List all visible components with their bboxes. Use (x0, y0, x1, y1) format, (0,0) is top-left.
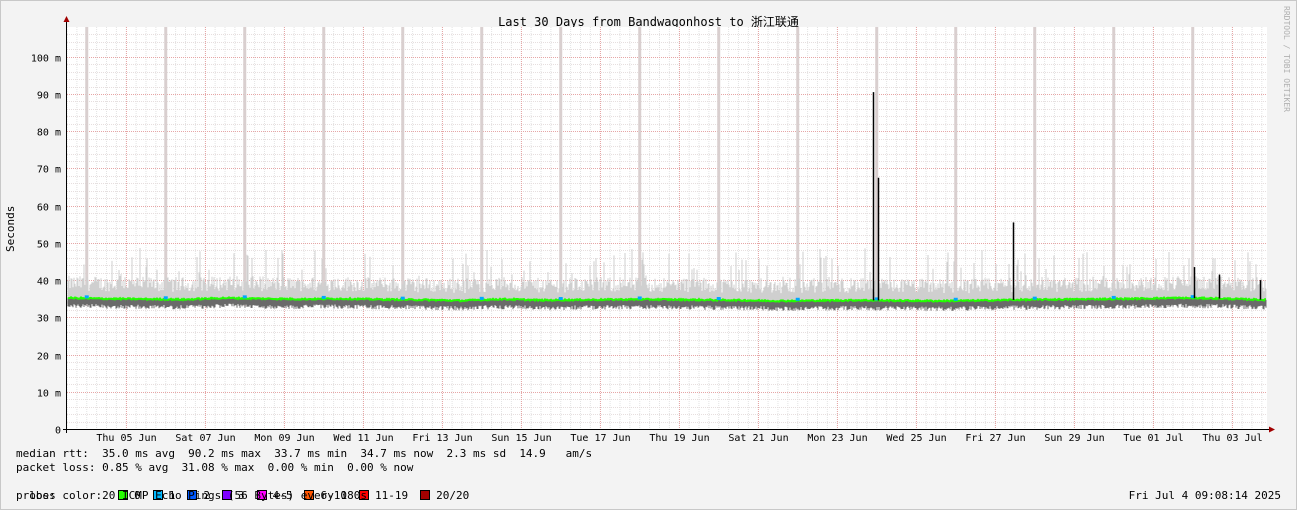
y-tick-label: 50 m (37, 240, 61, 251)
loss-marker (84, 295, 89, 299)
y-tick-label: 40 m (37, 277, 61, 288)
loss-smoke-band (480, 27, 484, 307)
y-tick-label: 70 m (37, 165, 61, 176)
y-tick-label: 30 m (37, 314, 61, 325)
x-tick-label: Thu 19 Jun (649, 433, 709, 444)
x-tick-label: Tue 17 Jun (570, 433, 630, 444)
loss-smoke-band (954, 27, 958, 307)
x-tick-label: Sun 29 Jun (1044, 433, 1104, 444)
loss-smoke-band (1033, 27, 1037, 307)
x-axis-arrow (1269, 426, 1275, 433)
loss-smoke-band (85, 27, 89, 307)
loss-marker (242, 295, 247, 299)
x-tick-label: Sat 07 Jun (175, 433, 235, 444)
x-tick-label: Wed 11 Jun (333, 433, 393, 444)
x-tick-label: Mon 09 Jun (254, 433, 314, 444)
legend-median-rtt: median rtt: 35.0 ms avg 90.2 ms max 33.7… (16, 447, 593, 460)
loss-marker (321, 295, 326, 299)
loss-marker (163, 296, 168, 300)
y-tick-label: 90 m (37, 91, 61, 102)
x-tick-label: Sat 21 Jun (728, 433, 788, 444)
loss-marker (1111, 295, 1116, 299)
loss-color-item: 20/20 (420, 489, 469, 502)
loss-smoke-band (322, 27, 326, 307)
loss-marker (716, 297, 721, 301)
loss-smoke-band (559, 27, 563, 307)
y-tick-label: 100 m (31, 54, 61, 65)
loss-marker (1032, 296, 1037, 300)
loss-smoke-band (1112, 27, 1116, 307)
legend-probe: probe: 20 ICMP Echo Pings (56 Bytes) eve… (16, 489, 367, 502)
loss-smoke-band (638, 27, 642, 307)
legend-packet-loss: packet loss: 0.85 % avg 31.08 % max 0.00… (16, 461, 414, 474)
x-tick-label: Thu 05 Jun (96, 433, 156, 444)
loss-color-text: 20/20 (436, 489, 470, 502)
loss-smoke-band (401, 27, 405, 307)
loss-color-swatch (420, 490, 431, 500)
loss-smoke-band (796, 27, 800, 307)
x-tick-label: Fri 13 Jun (412, 433, 472, 444)
graph-timestamp: Fri Jul 4 09:08:14 2025 (1128, 489, 1281, 502)
y-axis-arrow (63, 16, 70, 22)
loss-marker (795, 297, 800, 301)
x-tick-label: Mon 23 Jun (807, 433, 867, 444)
loss-marker (637, 296, 642, 300)
x-tick-label: Wed 25 Jun (886, 433, 946, 444)
y-tick-label: 80 m (37, 128, 61, 139)
loss-smoke-band (717, 27, 721, 307)
x-tick-label: Fri 27 Jun (965, 433, 1025, 444)
x-tick-label: Sun 15 Jun (491, 433, 551, 444)
loss-marker (400, 296, 405, 300)
latency-chart: 0 10 m 20 m 30 m 40 m 50 m 60 m 70 m 80 m 90 m 100… (31, 16, 1275, 444)
y-tick-label: 60 m (37, 203, 61, 214)
y-tick-label: 20 m (37, 352, 61, 363)
loss-marker (953, 297, 958, 301)
loss-marker (479, 296, 484, 300)
loss-marker (558, 297, 563, 301)
loss-smoke-band (243, 27, 247, 307)
y-tick-label: 0 (55, 426, 61, 437)
loss-color-text: 11-19 (374, 489, 409, 502)
x-tick-label: Thu 03 Jul (1202, 433, 1262, 444)
loss-smoke-band (164, 27, 168, 307)
x-tick-label: Tue 01 Jul (1123, 433, 1183, 444)
y-tick-label: 10 m (37, 389, 61, 400)
